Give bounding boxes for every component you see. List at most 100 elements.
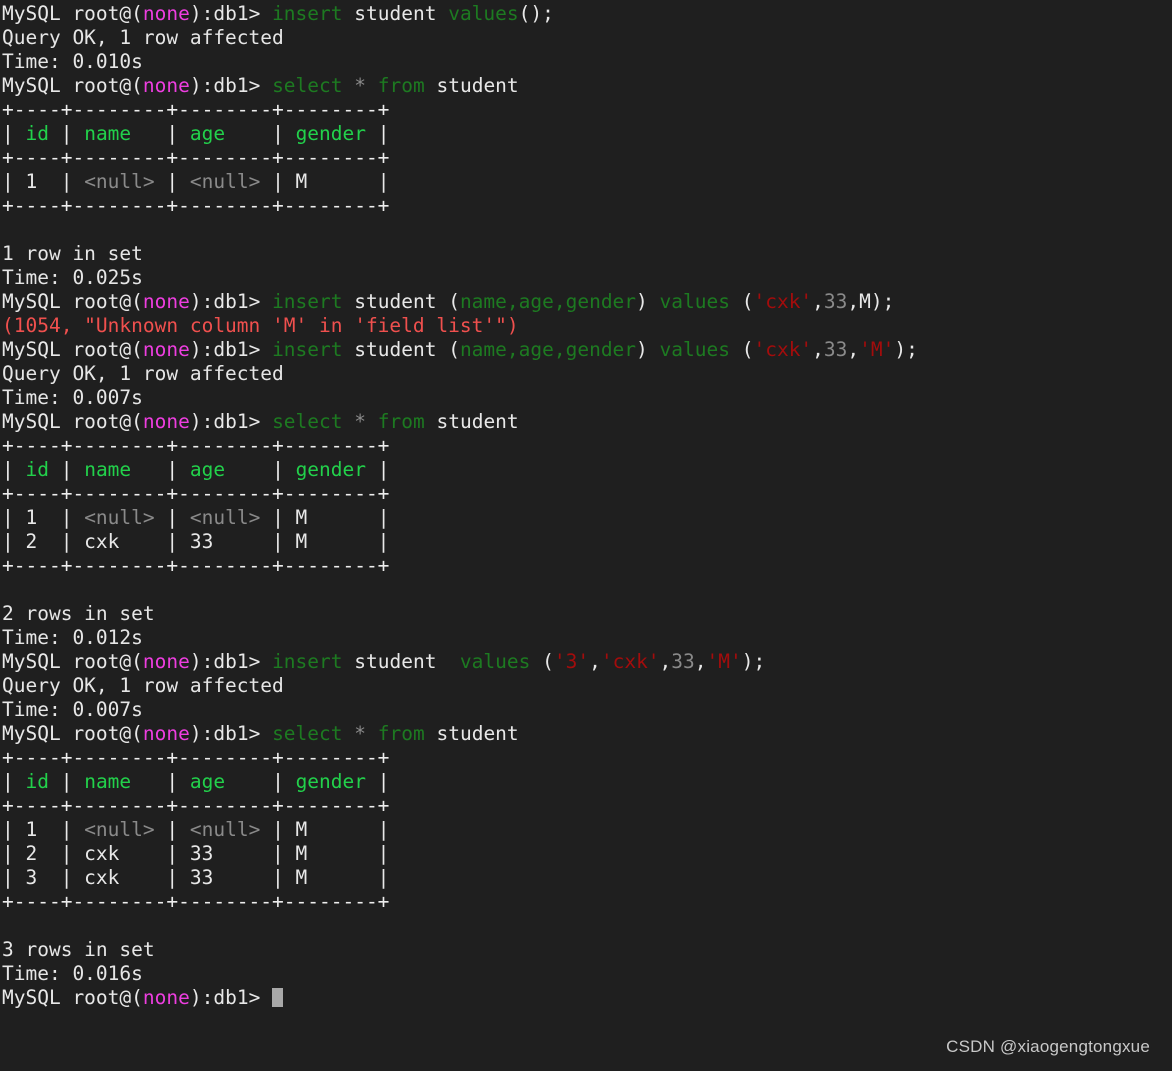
table-column-header-name: name: [84, 122, 132, 145]
sql-keyword-from: from: [377, 410, 425, 433]
table-column-header-gender: gender: [295, 770, 367, 793]
sql-star-glob: *: [354, 74, 367, 97]
terminal-line-active-prompt[interactable]: MySQL root@(none):db1>: [2, 986, 1172, 1010]
table-column-header-name: name: [84, 458, 132, 481]
terminal-line-command: MySQL root@(none):db1> insert student va…: [2, 2, 1172, 26]
sql-paren-open: (: [436, 338, 460, 361]
prompt-user-host: MySQL root@: [2, 722, 132, 745]
table-pipe: |: [2, 122, 26, 145]
sql-tail: ();: [518, 2, 554, 25]
table-border-middle: +----+--------+--------+--------+: [2, 794, 390, 817]
text-cursor[interactable]: [272, 988, 284, 1007]
sql-comma: ,: [694, 650, 707, 673]
sql-keyword-select: select: [272, 410, 343, 433]
terminal-line-command: MySQL root@(none):db1> insert student (n…: [2, 338, 1172, 362]
sql-star-glob: *: [354, 410, 367, 433]
sql-table-name: student: [436, 74, 519, 97]
prompt-database: none: [142, 290, 190, 313]
sql-number-literal: 33: [823, 338, 848, 361]
table-cell-name-null: <null>: [84, 170, 155, 193]
prompt-close-paren: ): [189, 2, 202, 25]
sql-keyword-values: values: [448, 2, 519, 25]
result-row-count: 1 row in set: [2, 242, 143, 265]
sql-paren-open: (: [729, 290, 754, 313]
table-border-middle: +----+--------+--------+--------+: [2, 482, 390, 505]
sql-paren-open: (: [530, 650, 554, 673]
sql-number-literal: 33: [671, 650, 695, 673]
prompt-database: none: [142, 650, 190, 673]
result-row-count: 2 rows in set: [2, 602, 155, 625]
terminal-line-command: MySQL root@(none):db1> select * from stu…: [2, 410, 1172, 434]
prompt-suffix: :db1>: [201, 650, 273, 673]
sql-string-literal: 'cxk': [753, 338, 813, 361]
table-cell-id: | 1 |: [2, 506, 85, 529]
sql-paren-close: ): [636, 290, 660, 313]
table-column-header-id: id: [25, 770, 49, 793]
table-pipe: |: [154, 506, 190, 529]
prompt-open-paren: (: [131, 290, 143, 313]
terminal-line-time: Time: 0.007s: [2, 386, 143, 409]
table-header-row: | id | name | age | gender |: [2, 458, 1172, 482]
table-cell-id: | 1 |: [2, 170, 85, 193]
sql-keyword-select: select: [272, 722, 343, 745]
prompt-open-paren: (: [131, 410, 143, 433]
table-header-row: | id | name | age | gender |: [2, 122, 1172, 146]
prompt-close-paren: ): [189, 986, 202, 1009]
table-cell-age-null: <null>: [189, 818, 261, 841]
terminal-line-time: Time: 0.007s: [2, 698, 143, 721]
table-cell-age-null: <null>: [189, 170, 261, 193]
result-row-count: 3 rows in set: [2, 938, 155, 961]
table-pipe: |: [154, 170, 190, 193]
table-pipe: |: [366, 122, 390, 145]
prompt-suffix: :db1>: [201, 2, 273, 25]
table-row: | 2 | cxk | 33 | M |: [2, 530, 390, 553]
table-pipe: |: [154, 818, 190, 841]
table-cell-id: | 1 |: [2, 818, 85, 841]
table-column-header-gender: gender: [295, 458, 367, 481]
terminal-screen[interactable]: MySQL root@(none):db1> insert student va…: [0, 0, 1172, 1010]
table-cell-age-null: <null>: [189, 506, 261, 529]
table-pipe: |: [2, 770, 26, 793]
prompt-close-paren: ): [189, 650, 202, 673]
sql-comma: ,: [659, 650, 672, 673]
sql-comma: ,: [847, 338, 860, 361]
table-column-header-age: age: [189, 458, 226, 481]
sql-keyword-insert: insert: [272, 290, 343, 313]
sql-paren-close: ): [636, 338, 660, 361]
table-border-top: +----+--------+--------+--------+: [2, 434, 390, 457]
terminal-line-command: MySQL root@(none):db1> select * from stu…: [2, 74, 1172, 98]
table-cell-gender: | M |: [260, 170, 390, 193]
prompt-suffix: :db1>: [201, 338, 273, 361]
sql-string-literal: '3': [553, 650, 590, 673]
table-cell-name-null: <null>: [84, 818, 155, 841]
prompt-database: none: [142, 986, 190, 1009]
sql-comma: ,: [589, 650, 601, 673]
table-pipe: |: [48, 770, 85, 793]
table-row: | 2 | cxk | 33 | M |: [2, 842, 390, 865]
prompt-close-paren: ): [189, 290, 202, 313]
table-row: | 1 | <null> | <null> | M |: [2, 170, 1172, 194]
prompt-open-paren: (: [131, 650, 143, 673]
table-column-header-id: id: [25, 122, 49, 145]
terminal-line-command: MySQL root@(none):db1> insert student va…: [2, 650, 1172, 674]
table-border-bottom: +----+--------+--------+--------+: [2, 194, 390, 217]
prompt-suffix: :db1>: [201, 290, 273, 313]
prompt-open-paren: (: [131, 2, 143, 25]
table-pipe: |: [48, 458, 85, 481]
sql-column-list: name,age,gender: [459, 338, 637, 361]
sql-table-name: student: [436, 410, 519, 433]
table-pipe: |: [225, 458, 296, 481]
table-border-bottom: +----+--------+--------+--------+: [2, 554, 390, 577]
terminal-line-command: MySQL root@(none):db1> select * from stu…: [2, 722, 1172, 746]
prompt-user-host: MySQL root@: [2, 650, 132, 673]
terminal-window[interactable]: MySQL root@(none):db1> insert student va…: [0, 0, 1172, 1071]
